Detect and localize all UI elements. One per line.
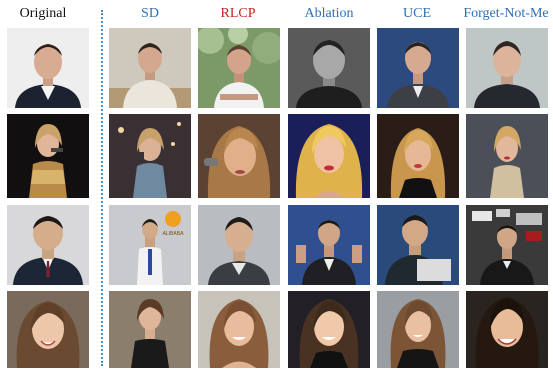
column-divider — [101, 10, 103, 366]
inset-logo-text: ALIBABA — [163, 231, 185, 237]
image-sd-row1 — [109, 28, 191, 108]
column-header-ablation: Ablation — [304, 6, 354, 21]
image-forget-not-me-row1 — [466, 28, 548, 108]
image-ablation-row4 — [288, 291, 370, 368]
image-uce-row1 — [377, 28, 459, 108]
column-header-rlcp: RLCP — [220, 6, 256, 21]
image-original-row3 — [7, 205, 89, 285]
image-original-row2 — [7, 114, 89, 198]
image-forget-not-me-row2 — [466, 114, 548, 198]
image-uce-row4 — [377, 291, 459, 368]
image-ablation-row2 — [288, 114, 370, 198]
column-header-forget-not-me: Forget-Not-Me — [463, 6, 549, 21]
image-rlcp-row3 — [198, 205, 280, 285]
image-original-row4 — [7, 291, 89, 368]
image-rlcp-row2 — [198, 114, 280, 198]
image-uce-row2 — [377, 114, 459, 198]
image-forget-not-me-row4 — [466, 291, 548, 368]
column-header-uce: UCE — [403, 6, 431, 21]
image-rlcp-row1 — [198, 28, 280, 108]
column-header-sd: SD — [141, 6, 159, 21]
image-ablation-row1 — [288, 28, 370, 108]
image-original-row1 — [7, 28, 89, 108]
image-uce-row3 — [377, 205, 459, 285]
image-forget-not-me-row3 — [466, 205, 548, 285]
image-sd-row2 — [109, 114, 191, 198]
image-sd-row4 — [109, 291, 191, 368]
column-header-original: Original — [19, 6, 67, 21]
image-ablation-row3 — [288, 205, 370, 285]
image-sd-row3: ALIBABA — [109, 205, 191, 285]
image-rlcp-row4 — [198, 291, 280, 368]
